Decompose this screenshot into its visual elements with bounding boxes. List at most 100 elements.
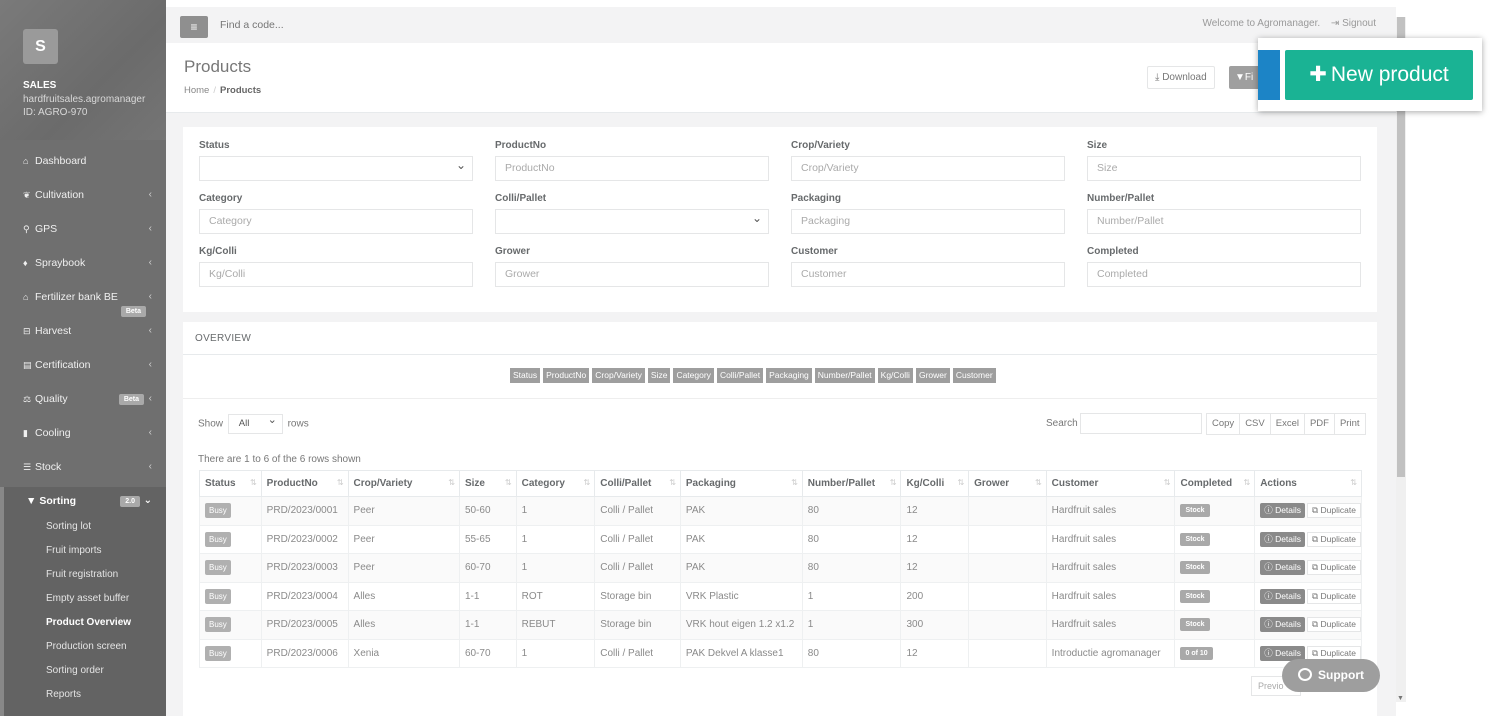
column-header-grower[interactable]: Grower ⇅ — [968, 470, 1047, 497]
category-input[interactable]: Category — [199, 209, 473, 234]
cell-value: Storage bin — [600, 619, 652, 631]
column-toggle-category[interactable]: Category — [673, 368, 714, 383]
sidebar-item-spraybook[interactable]: ♦ Spraybook ‹ — [0, 250, 166, 284]
sidebar-item-cooling[interactable]: ▮ Cooling ‹ — [0, 420, 166, 454]
column-toggle-status[interactable]: Status — [510, 368, 541, 383]
completed-input[interactable]: Completed — [1087, 262, 1361, 287]
sidebar-item-label: Certification — [35, 359, 91, 371]
table-row[interactable]: Busy PRD/2023/0005 Alles 1-1 REBUT Storage bi… — [199, 610, 1362, 640]
sidebar-item-cultivation[interactable]: ❦ Cultivation ‹ — [0, 182, 166, 216]
column-toggle-productno[interactable]: ProductNo — [543, 368, 590, 383]
submenu-item-product-overview[interactable]: Product Overview — [4, 611, 166, 635]
page-length-select[interactable]: All — [227, 411, 283, 434]
table-row[interactable]: Busy PRD/2023/0006 Xenia 60-70 1 Colli / Pall… — [199, 638, 1362, 668]
duplicate-button[interactable]: ⧉ Duplicate — [1307, 531, 1361, 547]
column-header-completed[interactable]: Completed ⇅ — [1174, 470, 1256, 497]
table-row[interactable]: Busy PRD/2023/0003 Peer 60-70 1 Colli / Palle… — [199, 553, 1362, 583]
column-header-customer[interactable]: Customer ⇅ — [1045, 470, 1176, 497]
submenu-item-sorting-lot[interactable]: Sorting lot — [4, 515, 166, 539]
column-toggle-colli-pallet[interactable]: Colli/Pallet — [716, 368, 764, 383]
sidebar-item-dashboard[interactable]: ⌂ Dashboard — [0, 148, 166, 182]
page-scrollbar[interactable]: ▼ — [1396, 17, 1406, 702]
colli-select[interactable] — [495, 207, 769, 234]
sidebar-item-harvest[interactable]: ⊟ Harvest ‹ — [0, 318, 166, 352]
column-toggle-grower[interactable]: Grower — [915, 368, 950, 383]
grower-input[interactable]: Grower — [495, 262, 769, 287]
hamburger-menu-button[interactable]: ≡ — [180, 16, 208, 38]
export-pdf-button[interactable]: PDF — [1303, 413, 1335, 435]
table-row[interactable]: Busy PRD/2023/0004 Alles 1-1 ROT Storage bin V… — [199, 581, 1362, 611]
export-print-button[interactable]: Print — [1333, 413, 1366, 435]
cell-value: 55-65 — [464, 533, 491, 545]
submenu-item-fruit-imports[interactable]: Fruit imports — [4, 539, 166, 563]
duplicate-button[interactable]: ⧉ Duplicate — [1307, 588, 1361, 604]
download-button[interactable]: ⤓ Download — [1147, 66, 1215, 89]
column-header-status[interactable]: Status ⇅ — [199, 470, 262, 497]
sidebar-item-certification[interactable]: ▤ Certification ‹ — [0, 352, 166, 386]
kgcolli-input[interactable]: Kg/Colli — [199, 262, 473, 287]
find-code-input[interactable] — [220, 19, 520, 31]
sidebar-item-stock[interactable]: ☰ Stock ‹ — [0, 454, 166, 488]
scroll-down-icon[interactable]: ▼ — [1397, 695, 1404, 702]
crop-input[interactable]: Crop/Variety — [791, 156, 1065, 181]
column-header-colli-pallet[interactable]: Colli/Pallet ⇅ — [594, 470, 681, 497]
column-header-category[interactable]: Category ⇅ — [515, 470, 596, 497]
cell-value: Xenia — [353, 647, 380, 659]
column-header-crop-variety[interactable]: Crop/Variety ⇅ — [347, 470, 460, 497]
productno-input[interactable]: ProductNo — [495, 156, 769, 181]
column-toggle-customer[interactable]: Customer — [952, 368, 996, 383]
duplicate-button[interactable]: ⧉ Duplicate — [1307, 617, 1361, 633]
column-header-label: Number/Pallet — [807, 478, 876, 489]
size-input[interactable]: Size — [1087, 156, 1361, 181]
column-header-actions[interactable]: Actions ⇅ — [1254, 470, 1362, 497]
column-header-number-pallet[interactable]: Number/Pallet ⇅ — [801, 470, 902, 497]
submenu-item-sorting-order[interactable]: Sorting order — [4, 659, 166, 683]
export-csv-button[interactable]: CSV — [1239, 413, 1271, 435]
duplicate-button[interactable]: ⧉ Duplicate — [1307, 503, 1361, 519]
submenu-item-empty-asset-buffer[interactable]: Empty asset buffer — [4, 587, 166, 611]
account-logo[interactable]: S — [23, 29, 58, 64]
submenu-item-production-screen[interactable]: Production screen — [4, 635, 166, 659]
details-button[interactable]: ⓘ Details — [1260, 588, 1306, 604]
numpallet-input[interactable]: Number/Pallet — [1087, 209, 1361, 234]
packaging-input[interactable]: Packaging — [791, 209, 1065, 234]
column-toggle-size[interactable]: Size — [647, 368, 671, 383]
new-product-button[interactable]: ✚ New product — [1285, 50, 1473, 100]
duplicate-button[interactable]: ⧉ Duplicate — [1307, 560, 1361, 576]
crop-label: Crop/Variety — [791, 140, 850, 151]
home-icon: ⌂ — [23, 156, 29, 166]
action-button-edge[interactable] — [1258, 50, 1280, 100]
sidebar-item-gps[interactable]: ⚲ GPS ‹ — [0, 216, 166, 250]
table-row[interactable]: Busy PRD/2023/0001 Peer 50-60 1 Colli / Palle… — [199, 496, 1362, 526]
table-cell: Hardfruit sales — [1045, 553, 1176, 583]
details-button[interactable]: ⓘ Details — [1260, 503, 1306, 519]
chevron-left-icon: ‹ — [148, 257, 152, 268]
status-select[interactable] — [199, 154, 473, 181]
export-excel-button[interactable]: Excel — [1269, 413, 1305, 435]
status-label: Status — [199, 140, 230, 151]
customer-input[interactable]: Customer — [791, 262, 1065, 287]
column-header-kg-colli[interactable]: Kg/Colli ⇅ — [900, 470, 970, 497]
sidebar-item-fertilizer-bank-be[interactable]: ⌂ Fertilizer bank BE Beta ‹ — [0, 284, 166, 318]
submenu-item-fruit-registration[interactable]: Fruit registration — [4, 563, 166, 587]
support-button[interactable]: Support — [1282, 659, 1380, 692]
details-button[interactable]: ⓘ Details — [1260, 531, 1306, 547]
column-header-productno[interactable]: ProductNo ⇅ — [260, 470, 349, 497]
submenu-item-reports[interactable]: Reports — [4, 683, 166, 707]
sidebar-item-sorting[interactable]: ▼ Sorting 2.0 ⌄ — [4, 487, 166, 515]
table-row[interactable]: Busy PRD/2023/0002 Peer 55-65 1 Colli / Palle… — [199, 524, 1362, 554]
table-search-input[interactable] — [1080, 413, 1202, 434]
details-button[interactable]: ⓘ Details — [1260, 617, 1306, 633]
column-header-size[interactable]: Size ⇅ — [458, 470, 517, 497]
breadcrumb-home[interactable]: Home — [184, 85, 209, 96]
column-toggle-kg-colli[interactable]: Kg/Colli — [877, 368, 913, 383]
signout-link[interactable]: ⇥ Signout — [1331, 18, 1376, 29]
column-toggle-number-pallet[interactable]: Number/Pallet — [814, 368, 875, 383]
sidebar-item-quality[interactable]: ⚖ Quality Beta ‹ — [0, 386, 166, 420]
export-copy-button[interactable]: Copy — [1206, 413, 1241, 435]
column-toggle-packaging[interactable]: Packaging — [766, 368, 812, 383]
column-toggle-crop-variety[interactable]: Crop/Variety — [592, 368, 645, 383]
table-cell: Colli / Pallet — [594, 553, 681, 583]
column-header-packaging[interactable]: Packaging ⇅ — [679, 470, 803, 497]
details-button[interactable]: ⓘ Details — [1260, 560, 1306, 576]
